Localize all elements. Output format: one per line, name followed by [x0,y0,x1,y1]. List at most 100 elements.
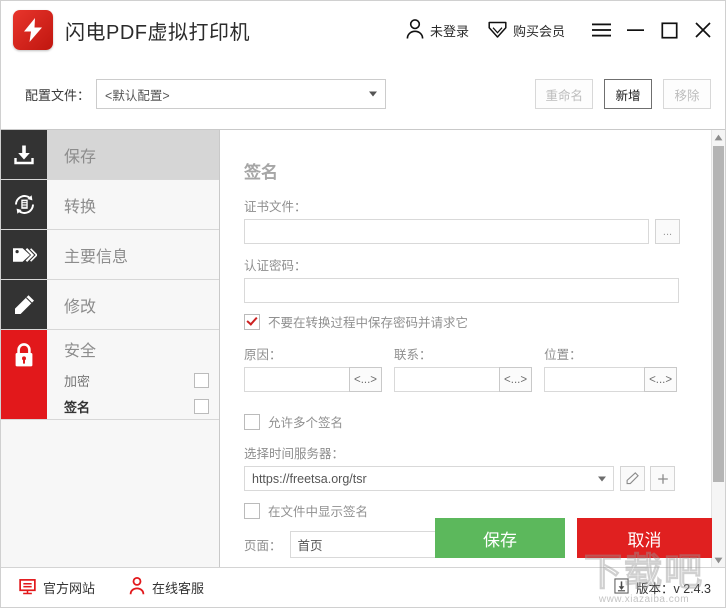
signature-section-title: 签名 [244,163,278,182]
time-server-add-button[interactable] [650,466,675,491]
time-server-select[interactable]: https://freetsa.org/tsr [244,466,614,491]
show-signature-in-file-label: 在文件中显示签名 [268,505,369,519]
sidebar-item-security-label[interactable]: 安全 [47,330,219,367]
time-server-edit-button[interactable] [620,466,645,491]
body-area: 保存 转换 主要信息 修改 安全 加密 签名 签名 证书文件： ... 认证密码… [1,129,725,567]
official-website-button[interactable]: 官方网站 [19,578,95,598]
chevron-down-icon [598,476,606,481]
title-bar: 闪电PDF虚拟打印机 未登录 购买会员 [1,1,725,59]
person-icon [129,577,145,598]
no-save-password-checkbox[interactable] [244,313,260,330]
page-title: 闪电PDF虚拟打印机 [65,21,250,44]
reason-picker-button[interactable]: <...> [349,367,383,392]
scrollbar-thumb[interactable] [713,146,724,482]
buy-vip-label: 购买会员 [512,23,565,39]
page-label: 页面： [244,539,282,553]
sidebar-item-convert[interactable]: 转换 [1,180,219,230]
vertical-scrollbar[interactable] [711,130,725,567]
version-label: 版本：v 2.4.3 [635,582,711,596]
lock-icon [1,330,47,419]
monitor-icon [19,578,36,598]
login-status-label: 未登录 [429,23,469,39]
signature-form: 签名 证书文件： ... 认证密码： 不要在转换过程中保存密码并请求它 原因： [220,130,711,567]
official-website-label: 官方网站 [43,581,96,596]
allow-multiple-signatures-row[interactable]: 允许多个签名 [244,412,711,431]
cert-file-browse-button[interactable]: ... [655,219,680,244]
contact-input-row: <...> [394,367,533,392]
config-bar: 配置文件： <默认配置> 重命名 新增 移除 [1,59,725,129]
minimize-icon[interactable] [619,15,651,45]
no-save-password-label: 不要在转换过程中保存密码并请求它 [268,316,469,330]
sidebar-item-label: 转换 [64,198,97,216]
download-arrow-icon [614,578,629,597]
lightning-bolt-logo [13,10,53,50]
remove-profile-button[interactable]: 移除 [663,79,711,109]
location-input[interactable] [544,367,645,392]
buy-vip-button[interactable]: 购买会员 [487,18,565,43]
scroll-down-arrow-icon[interactable] [712,553,725,567]
location-label: 位置： [544,348,582,362]
cancel-button[interactable]: 取消 [577,518,712,558]
config-file-label: 配置文件： [25,87,91,103]
add-profile-button[interactable]: 新增 [604,79,652,109]
online-support-button[interactable]: 在线客服 [129,577,204,598]
contact-label: 联系： [394,348,432,362]
location-input-row: <...> [544,367,678,392]
allow-multiple-signatures-checkbox[interactable] [244,413,260,430]
reason-field: 原因： <...> [244,344,383,392]
close-icon[interactable] [687,15,719,45]
save-button[interactable]: 保存 [435,518,565,558]
cert-file-label: 证书文件： [244,200,307,214]
version-info[interactable]: 版本：v 2.4.3 [614,578,711,597]
location-field: 位置： <...> [544,344,678,392]
maximize-icon[interactable] [653,15,685,45]
cert-file-row: ... [244,219,711,244]
sidebar-item-main-info[interactable]: 主要信息 [1,230,219,280]
triple-fields-row: 原因： <...> 联系： <...> 位置： <...> [244,344,711,392]
person-icon [405,18,425,43]
cert-file-input[interactable] [244,219,649,244]
sidebar-subitem-label: 签名 [64,399,91,415]
location-picker-button[interactable]: <...> [644,367,678,392]
sidebar-item-label: 保存 [64,148,97,166]
security-section-body: 安全 加密 签名 [47,330,219,419]
sidebar: 保存 转换 主要信息 修改 安全 加密 签名 [1,130,220,567]
sidebar-section-security: 安全 加密 签名 [1,330,219,420]
pencil-icon [1,280,47,329]
hamburger-menu-icon[interactable] [585,15,617,45]
chevron-down-icon [369,91,378,97]
sidebar-subitem-encrypt[interactable]: 加密 [47,367,219,393]
contact-input[interactable] [394,367,500,392]
download-icon [1,130,47,179]
allow-multiple-signatures-label: 允许多个签名 [268,416,344,430]
rename-profile-button[interactable]: 重命名 [535,79,593,109]
sidebar-item-save[interactable]: 保存 [1,130,219,180]
sidebar-item-label: 主要信息 [64,248,129,266]
main-panel: 签名 证书文件： ... 认证密码： 不要在转换过程中保存密码并请求它 原因： [220,130,725,567]
cert-password-label: 认证密码： [244,259,307,273]
sidebar-subitem-signature[interactable]: 签名 [47,393,219,419]
convert-refresh-icon [1,180,47,229]
config-profile-value: <默认配置> [105,88,170,103]
sidebar-subitem-label: 加密 [64,373,91,389]
reason-label: 原因： [244,348,282,362]
reason-input[interactable] [244,367,349,392]
no-save-password-row[interactable]: 不要在转换过程中保存密码并请求它 [244,312,711,331]
signature-checkbox[interactable] [194,398,209,414]
cert-password-input[interactable] [244,278,679,303]
scroll-up-arrow-icon[interactable] [712,130,725,144]
contact-picker-button[interactable]: <...> [499,367,533,392]
login-status-button[interactable]: 未登录 [405,18,469,43]
reason-input-row: <...> [244,367,383,392]
footer-bar: 官方网站 在线客服 版本：v 2.4.3 [1,567,725,607]
sidebar-item-label: 修改 [64,298,97,316]
online-support-label: 在线客服 [152,581,205,596]
diamond-icon [487,18,508,43]
show-signature-in-file-checkbox[interactable] [244,502,260,519]
config-profile-select[interactable]: <默认配置> [96,79,387,109]
sidebar-item-modify[interactable]: 修改 [1,280,219,330]
contact-field: 联系： <...> [394,344,533,392]
encrypt-checkbox[interactable] [194,372,209,388]
time-server-label: 选择时间服务器： [244,447,345,461]
application-window: 闪电PDF虚拟打印机 未登录 购买会员 配置文件： <默认配置> 重命名 新增 … [0,0,726,608]
